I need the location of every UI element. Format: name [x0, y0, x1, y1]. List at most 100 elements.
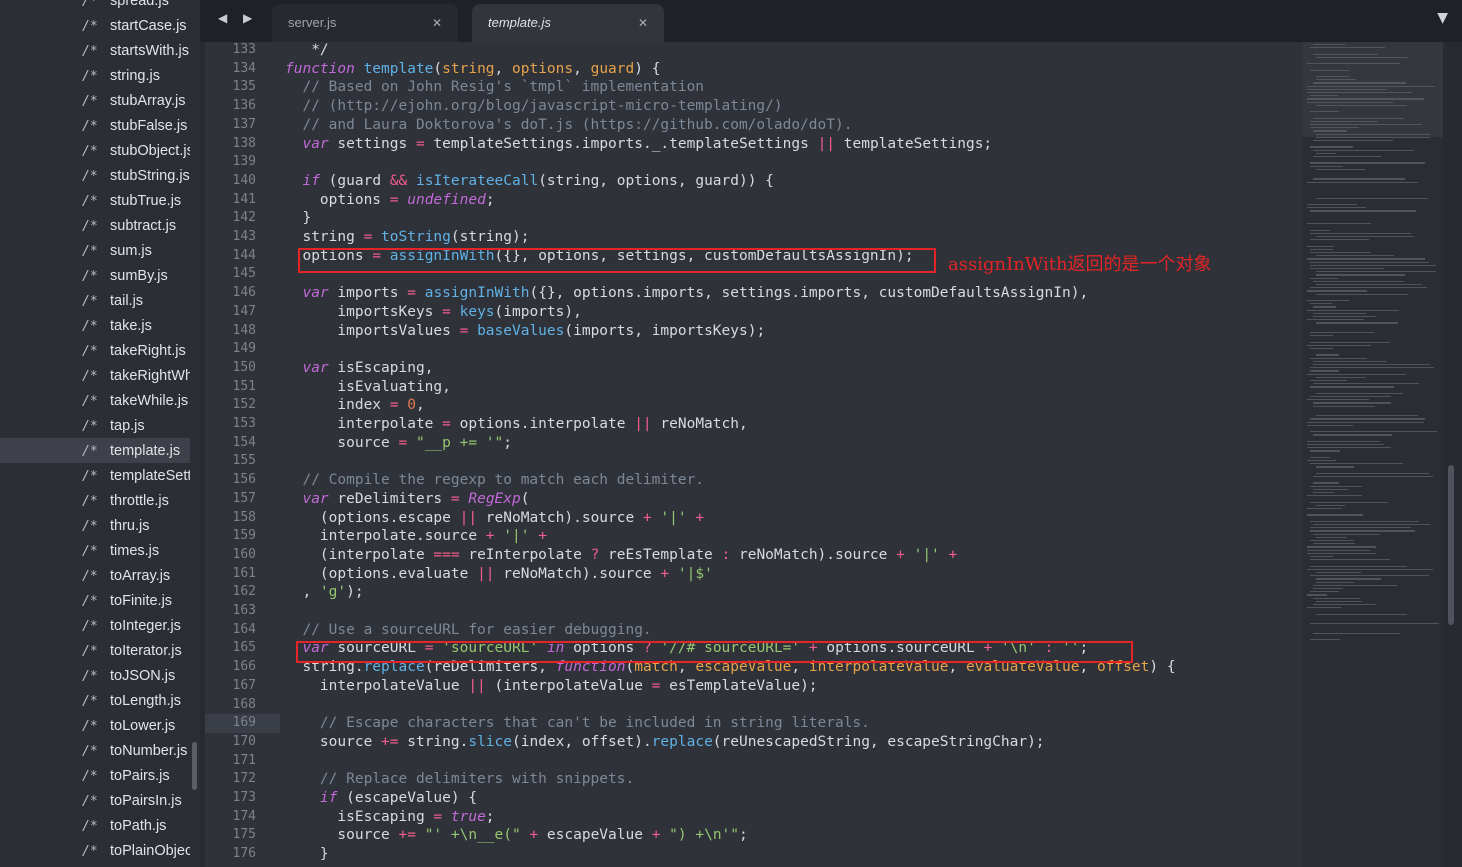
minimap[interactable]	[1303, 42, 1443, 867]
code-line[interactable]: interpolate.source + '|' +	[285, 527, 547, 546]
sidebar-file-item[interactable]: /* spread.js	[0, 0, 190, 13]
code-line[interactable]: string = toString(string);	[285, 228, 529, 247]
code-line[interactable]: (options.escape || reNoMatch).source + '…	[285, 509, 704, 528]
line-number: 157	[232, 490, 256, 506]
minimap-line	[1316, 322, 1398, 324]
file-name: stubString.js	[110, 168, 190, 184]
tab-nav-arrows-icon[interactable]: ◀ ▶	[218, 11, 258, 25]
code-line[interactable]: // (http://ejohn.org/blog/javascript-mic…	[285, 97, 782, 116]
sidebar-file-item[interactable]: /* toNumber.js	[0, 738, 190, 763]
code-token: template	[363, 60, 434, 77]
sidebar-file-item[interactable]: /* toPlainObject.js	[0, 838, 190, 863]
code-token: source	[285, 733, 382, 750]
sidebar-file-item[interactable]: /* takeRightWhile.js	[0, 363, 190, 388]
chevron-down-icon[interactable]: ▼	[1437, 10, 1448, 26]
code-line[interactable]: isEvaluating,	[285, 378, 451, 397]
sidebar-scrollbar[interactable]	[192, 742, 197, 790]
sidebar-file-item[interactable]: /* thru.js	[0, 513, 190, 538]
sidebar-file-item[interactable]: /* templateSettings.js	[0, 463, 190, 488]
sidebar-file-item[interactable]: /* stubFalse.js	[0, 113, 190, 138]
close-icon[interactable]: ✕	[432, 4, 442, 42]
sidebar-file-item[interactable]: /* toPath.js	[0, 813, 190, 838]
tab-template-js[interactable]: template.js ✕	[472, 4, 664, 42]
sidebar-file-item[interactable]: /* toFinite.js	[0, 588, 190, 613]
sidebar-file-item[interactable]: /* toJSON.js	[0, 663, 190, 688]
sidebar-file-item[interactable]: /* stubString.js	[0, 163, 190, 188]
line-number: 155	[232, 453, 256, 469]
js-file-icon: /*	[82, 294, 98, 309]
sidebar-file-item[interactable]: /* tap.js	[0, 413, 190, 438]
line-number: 141	[232, 191, 256, 207]
file-sidebar: /* spread.js /* startCase.js /* startsWith.js…	[0, 0, 200, 867]
code-line[interactable]: // Based on John Resig's `tmpl` implemen…	[285, 78, 704, 97]
code-line[interactable]: var settings = templateSettings.imports.…	[285, 135, 992, 154]
sidebar-file-item[interactable]: /* times.js	[0, 538, 190, 563]
sidebar-file-item[interactable]: /* toPairs.js	[0, 763, 190, 788]
code-line[interactable]: // Replace delimiters with snippets.	[285, 770, 634, 789]
js-file-icon: /*	[82, 94, 98, 109]
minimap-line	[1307, 460, 1336, 462]
sidebar-file-item[interactable]: /* stubObject.js	[0, 138, 190, 163]
sidebar-file-item[interactable]: /* sum.js	[0, 238, 190, 263]
sidebar-file-item[interactable]: /* toLength.js	[0, 688, 190, 713]
code-line[interactable]: source += string.slice(index, offset).re…	[285, 733, 1045, 752]
sidebar-file-item[interactable]: /* toPairsIn.js	[0, 788, 190, 813]
js-file-icon: /*	[82, 519, 98, 534]
close-icon[interactable]: ✕	[638, 4, 648, 42]
code-line[interactable]: importsKeys = keys(imports),	[285, 303, 581, 322]
code-line[interactable]: , 'g');	[285, 583, 363, 602]
code-line[interactable]: if (guard && isIterateeCall(string, opti…	[285, 172, 773, 191]
code-line[interactable]: (options.evaluate || reNoMatch).source +…	[285, 565, 713, 584]
code-line[interactable]: interpolate = options.interpolate || reN…	[285, 415, 747, 434]
minimap-line	[1307, 245, 1334, 247]
code-token: +	[538, 528, 547, 545]
code-line[interactable]: (interpolate === reInterpolate ? reEsTem…	[285, 546, 957, 565]
code-line[interactable]: }	[285, 209, 311, 228]
minimap-line	[1316, 581, 1354, 583]
code-line[interactable]: if (escapeValue) {	[285, 789, 477, 808]
tab-server-js[interactable]: server.js ✕	[272, 4, 458, 42]
sidebar-file-item[interactable]: /* toLower.js	[0, 713, 190, 738]
minimap-line	[1307, 373, 1406, 375]
sidebar-file-item[interactable]: /* template.js	[0, 438, 190, 463]
vertical-scrollbar[interactable]	[1448, 465, 1454, 625]
code-token: (guard	[319, 172, 390, 189]
sidebar-file-item[interactable]: /* stubTrue.js	[0, 188, 190, 213]
code-line[interactable]: isEscaping = true;	[285, 808, 494, 827]
code-line[interactable]: options = undefined;	[285, 191, 495, 210]
code-line[interactable]: */	[285, 42, 328, 60]
code-line[interactable]: var imports = assignInWith({}, options.i…	[285, 284, 1088, 303]
code-line[interactable]: // Use a sourceURL for easier debugging.	[285, 621, 651, 640]
sidebar-file-item[interactable]: /* takeWhile.js	[0, 388, 190, 413]
sidebar-file-item[interactable]: /* tail.js	[0, 288, 190, 313]
code-line[interactable]: // Compile the regexp to match each deli…	[285, 471, 704, 490]
code-line[interactable]: source += "' +\n__e(" + escapeValue + ")…	[285, 826, 747, 845]
code-line[interactable]: var reDelimiters = RegExp(	[285, 490, 529, 509]
sidebar-file-item[interactable]: /* subtract.js	[0, 213, 190, 238]
sidebar-file-item[interactable]: /* toArray.js	[0, 563, 190, 588]
code-line[interactable]: }	[285, 845, 329, 864]
sidebar-file-item[interactable]: /* startCase.js	[0, 13, 190, 38]
code-line[interactable]: function template(string, options, guard…	[285, 60, 660, 79]
sidebar-file-item[interactable]: /* toInteger.js	[0, 613, 190, 638]
code-line[interactable]: interpolateValue || (interpolateValue = …	[285, 677, 818, 696]
sidebar-file-item[interactable]: /* string.js	[0, 63, 190, 88]
sidebar-file-item[interactable]: /* startsWith.js	[0, 38, 190, 63]
code-line[interactable]: // Escape characters that can't be inclu…	[285, 714, 870, 733]
code-line[interactable]: var isEscaping,	[285, 359, 433, 378]
sidebar-file-item[interactable]: /* take.js	[0, 313, 190, 338]
sidebar-file-item[interactable]: /* stubArray.js	[0, 88, 190, 113]
code-editor[interactable]: 133 134 135 136 137 138 139 140 141 142 143 144 145 1…	[205, 42, 1303, 867]
sidebar-file-item[interactable]: /* toIterator.js	[0, 638, 190, 663]
minimap-line	[1313, 632, 1400, 634]
sidebar-file-item[interactable]: /* throttle.js	[0, 488, 190, 513]
minimap-line	[1310, 232, 1411, 234]
tab-label: server.js	[288, 15, 337, 30]
code-line[interactable]: // and Laura Doktorova's doT.js (https:/…	[285, 116, 852, 135]
sidebar-file-item[interactable]: /* takeRight.js	[0, 338, 190, 363]
code-line[interactable]: importsValues = baseValues(imports, impo…	[285, 322, 765, 341]
code-line[interactable]: source = "__p += '";	[285, 434, 512, 453]
sidebar-file-item[interactable]: /* sumBy.js	[0, 263, 190, 288]
code-line[interactable]: index = 0,	[285, 396, 424, 415]
code-token: reNoMatch).source	[730, 546, 897, 563]
